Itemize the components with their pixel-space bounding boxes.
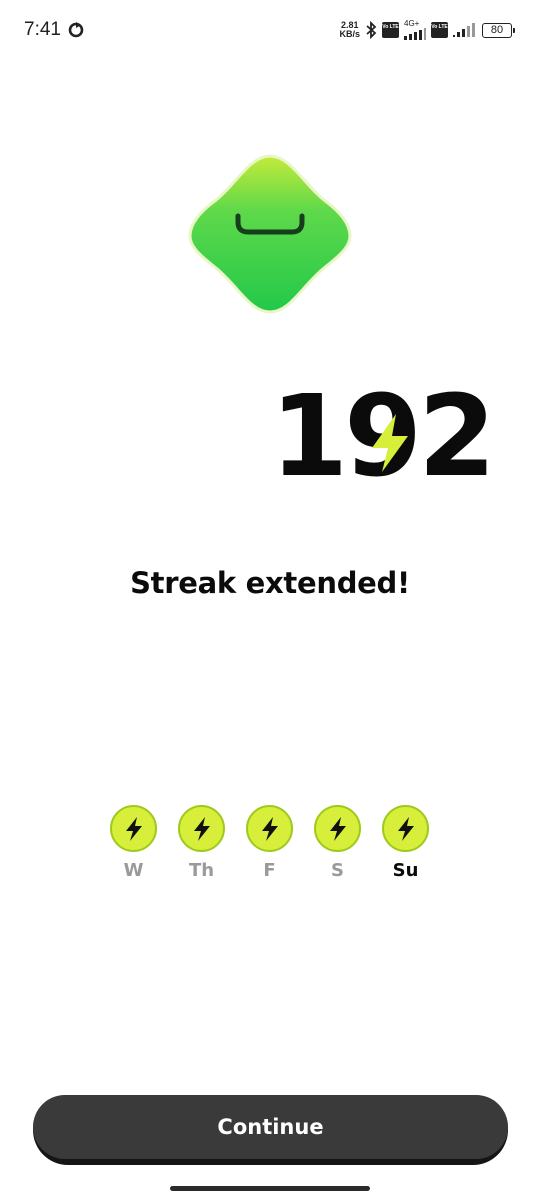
day-bolt-badge — [178, 805, 225, 852]
home-indicator[interactable] — [170, 1186, 370, 1191]
battery-icon: 80 — [482, 22, 515, 38]
status-bar: 7:41 2.81 KB/s Vo LTE 4G+ Vo LTE 80 — [0, 0, 540, 60]
day-label: F — [263, 860, 276, 881]
day-label: W — [123, 860, 144, 881]
day-thursday: Th — [178, 805, 225, 881]
sync-icon — [68, 22, 84, 38]
signal-icon-2 — [453, 23, 475, 37]
day-bolt-badge — [382, 805, 429, 852]
lightning-bolt-icon — [261, 816, 278, 841]
sim1-signal: 4G+ — [404, 20, 426, 40]
day-sunday: Su — [382, 805, 429, 881]
day-label-current: Su — [392, 860, 419, 881]
lightning-bolt-icon — [125, 816, 142, 841]
day-saturday: S — [314, 805, 361, 881]
lightning-bolt-icon — [329, 816, 346, 841]
lightning-bolt-icon — [372, 414, 408, 472]
streak-row: 192 — [0, 372, 540, 502]
day-label: S — [331, 860, 344, 881]
continue-button-wrapper: Continue — [33, 1095, 508, 1165]
signal-icon — [404, 28, 426, 40]
volte-badge: Vo LTE — [382, 22, 399, 38]
week-streak: W Th F S Su — [110, 805, 429, 881]
volte-badge-2: Vo LTE — [431, 22, 448, 38]
continue-button[interactable]: Continue — [33, 1095, 508, 1159]
lightning-bolt-icon — [397, 816, 414, 841]
bluetooth-icon — [366, 21, 377, 39]
streak-headline: Streak extended! — [130, 566, 410, 600]
day-wednesday: W — [110, 805, 157, 881]
lightning-bolt-icon — [193, 816, 210, 841]
mascot-icon — [188, 154, 352, 314]
day-bolt-badge — [314, 805, 361, 852]
status-time: 7:41 — [24, 19, 61, 40]
network-speed: 2.81 KB/s — [339, 20, 360, 39]
streak-count: 192 — [0, 372, 496, 502]
day-bolt-badge — [246, 805, 293, 852]
day-bolt-badge — [110, 805, 157, 852]
day-friday: F — [246, 805, 293, 881]
day-label: Th — [188, 860, 215, 881]
